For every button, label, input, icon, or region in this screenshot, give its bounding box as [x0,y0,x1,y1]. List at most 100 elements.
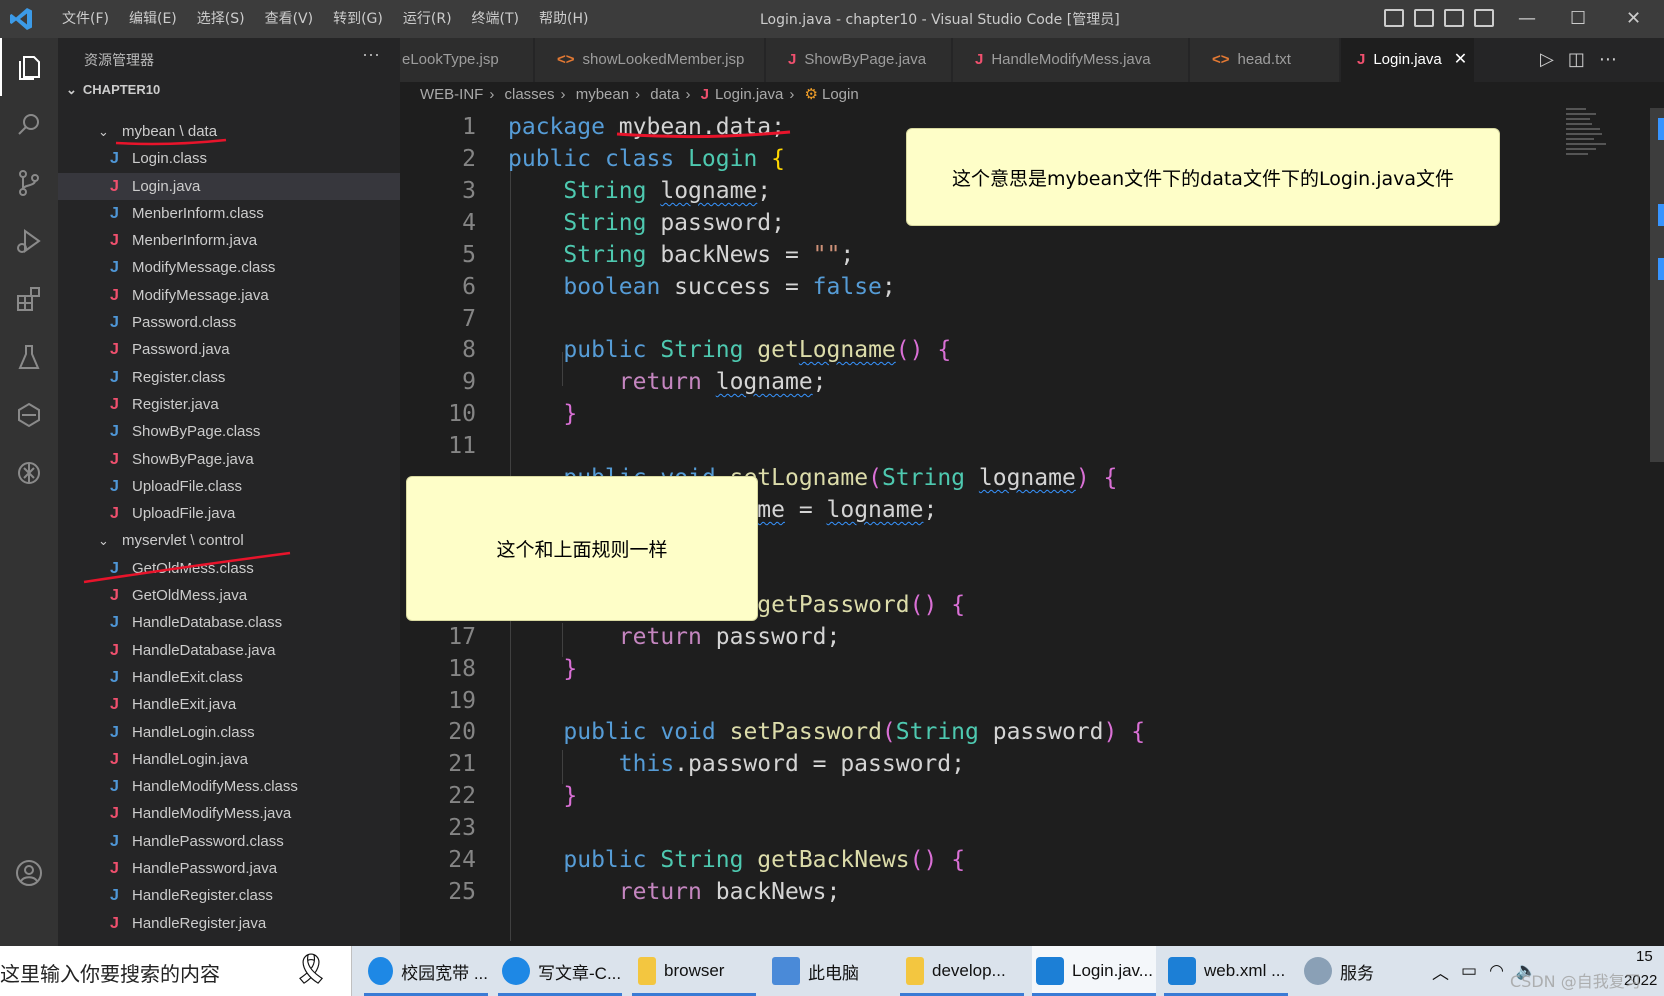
menu-edit[interactable]: 编辑(E) [119,9,187,29]
maximize-icon[interactable]: ☐ [1570,8,1586,29]
menu-selection[interactable]: 选择(S) [187,9,255,29]
chevron-up-icon[interactable]: ︿ [1432,959,1449,984]
taskbar-services[interactable]: 服务 [1298,946,1422,996]
tree-file[interactable]: J MenberInform.class [58,200,400,227]
tab-showlookedmember[interactable]: <> showLookedMember.jsp [535,38,765,82]
taskbar-vscode-login[interactable]: Login.jav... [1032,946,1156,996]
tree-file[interactable]: J ShowByPage.class [58,418,400,445]
more-actions-icon[interactable]: ··· [362,44,380,65]
account-icon[interactable] [0,844,58,902]
remote-explorer-icon[interactable] [0,386,58,444]
testing-icon[interactable] [0,328,58,386]
menu-help[interactable]: 帮助(H) [529,9,598,29]
extensions-icon[interactable] [0,270,58,328]
chatgpt-icon[interactable] [0,444,58,502]
tab-elooktype[interactable]: eLookType.jsp [400,38,534,82]
java-source-icon: J [110,177,119,195]
tree-file[interactable]: J HandleLogin.class [58,719,400,746]
tree-file[interactable]: J HandleDatabase.class [58,609,400,636]
run-icon[interactable]: ▷ [1540,38,1554,82]
taskbar-vscode-webxml[interactable]: web.xml ... [1164,946,1288,996]
crumb[interactable]: WEB-INF [420,86,483,103]
source-control-icon[interactable] [0,154,58,212]
tree-file[interactable]: J UploadFile.java [58,500,400,527]
tree-file[interactable]: J HandleModifyMess.java [58,800,400,827]
search-icon[interactable] [0,96,58,154]
customize-layout-icon[interactable] [1474,9,1494,27]
java-class-icon: J [110,723,119,741]
tree-file[interactable]: J MenberInform.java [58,227,400,254]
tree-file[interactable]: J HandleDatabase.java [58,637,400,664]
tree-file[interactable]: J ShowByPage.java [58,446,400,473]
toggle-panel-icon[interactable] [1414,9,1434,27]
tree-file[interactable]: J Register.class [58,364,400,391]
taskbar-folder-develop[interactable]: develop... [900,946,1024,996]
menu-go[interactable]: 转到(G) [323,9,393,29]
tree-file[interactable]: J ModifyMessage.java [58,282,400,309]
close-icon[interactable]: ✕ [1626,8,1641,29]
tree-file[interactable]: J Password.java [58,336,400,363]
run-debug-icon[interactable] [0,212,58,270]
tree-file[interactable]: J HandlePassword.class [58,828,400,855]
tree-file[interactable]: J ModifyMessage.class [58,254,400,281]
java-class-icon: J [110,778,119,796]
explorer-icon[interactable] [0,38,58,96]
split-editor-icon[interactable]: ◫ [1568,38,1585,82]
tree-file[interactable]: J HandleExit.class [58,664,400,691]
tree-file[interactable]: J HandleModifyMess.class [58,773,400,800]
file-tree: ⌄ mybean \ data J Login.class J Login.java… [58,118,400,937]
tab-showbypage[interactable]: J ShowByPage.java [766,38,952,82]
menu-terminal[interactable]: 终端(T) [462,9,529,29]
tree-file[interactable]: J Register.java [58,391,400,418]
taskbar-edge-campus[interactable]: 校园宽带 ... [364,946,488,996]
tree-file[interactable]: J UploadFile.class [58,473,400,500]
menu-bar: 文件(F) 编辑(E) 选择(S) 查看(V) 转到(G) 运行(R) 终端(T… [52,9,598,29]
minimap[interactable] [1566,108,1626,188]
toggle-sidebar-icon[interactable] [1384,9,1404,27]
java-class-icon: J [110,259,119,277]
taskbar-this-pc[interactable]: 此电脑 [766,946,890,996]
tab-login-java[interactable]: J Login.java ✕ [1341,38,1475,82]
crumb[interactable]: Login [822,86,859,103]
java-class-icon: J [110,614,119,632]
crumb[interactable]: data [650,86,679,103]
minimize-icon[interactable]: — [1518,8,1536,29]
java-class-icon: J [110,368,119,386]
crumb[interactable]: mybean [576,86,629,103]
tab-head-txt[interactable]: <> head.txt [1190,38,1340,82]
crumb[interactable]: Login.java [715,86,783,103]
wifi-icon[interactable]: ◠ [1489,961,1504,981]
tab-handlemodifymess[interactable]: J HandleModifyMess.java [953,38,1189,82]
tree-file[interactable]: J GetOldMess.class [58,555,400,582]
menu-file[interactable]: 文件(F) [52,9,119,29]
close-tab-icon[interactable]: ✕ [1454,51,1467,68]
clock-time[interactable]: 15 [1636,948,1653,965]
activity-bar [0,38,58,946]
tree-file[interactable]: J HandleRegister.java [58,910,400,937]
battery-icon[interactable]: ▭ [1461,961,1477,981]
taskbar-search[interactable]: 这里输入你要搜索的内容 🎗 [0,946,352,996]
crumb[interactable]: classes [505,86,555,103]
tree-file[interactable]: J Password.class [58,309,400,336]
java-source-icon: J [110,587,119,605]
vertical-scrollbar[interactable] [1650,108,1664,462]
taskbar-edge-write[interactable]: 写文章-C... [498,946,622,996]
tree-file[interactable]: J GetOldMess.java [58,582,400,609]
java-file-icon: J [700,86,709,103]
more-icon[interactable]: ⋯ [1599,38,1617,82]
project-folder[interactable]: ⌄ CHAPTER10 [66,82,160,98]
tree-file[interactable]: J HandlePassword.java [58,855,400,882]
toggle-secondary-sidebar-icon[interactable] [1444,9,1464,27]
menu-run[interactable]: 运行(R) [393,9,462,29]
taskbar-folder-browser[interactable]: browser [632,946,756,996]
folder-mybean-data[interactable]: ⌄ mybean \ data [58,118,400,145]
tree-file[interactable]: J HandleExit.java [58,691,400,718]
menu-view[interactable]: 查看(V) [255,9,324,29]
tree-file[interactable]: J Login.class [58,145,400,172]
java-class-icon: J [110,887,119,905]
tree-file[interactable]: J HandleRegister.class [58,882,400,909]
tree-file[interactable]: J HandleLogin.java [58,746,400,773]
folder-myservlet-control[interactable]: ⌄ myservlet \ control [58,527,400,554]
tree-file-selected[interactable]: J Login.java [58,172,400,200]
layout-controls [1384,9,1494,27]
